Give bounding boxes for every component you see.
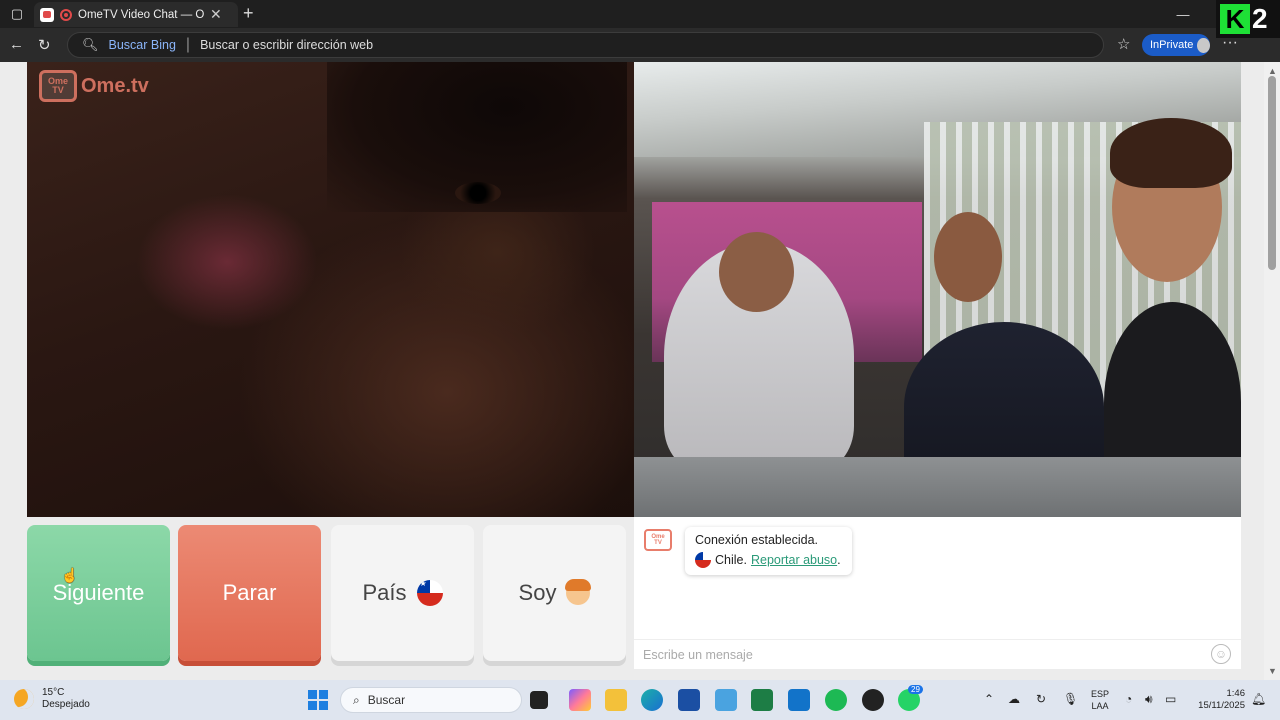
mouse-cursor-icon: ☝ bbox=[61, 567, 79, 583]
input-language[interactable]: ESP LAA bbox=[1091, 688, 1109, 712]
scrollbar-thumb[interactable] bbox=[1268, 76, 1276, 270]
ometv-logo-text: Ome.tv bbox=[81, 74, 149, 97]
browser-tab[interactable]: OmeTV Video Chat — Omeg ✕ bbox=[34, 2, 238, 27]
gender-button[interactable]: Soy bbox=[483, 525, 626, 661]
onedrive-icon[interactable]: ☁ bbox=[1008, 692, 1020, 706]
file-explorer-icon[interactable] bbox=[605, 689, 627, 711]
browser-navbar: ← ↻ 🔍︎ Buscar Bing | Buscar o escribir d… bbox=[0, 28, 1280, 62]
local-video: Ome TV Ome.tv bbox=[27, 62, 634, 517]
edge-icon[interactable] bbox=[641, 689, 663, 711]
system-clock[interactable]: 1:46 15/11/2025 bbox=[1190, 688, 1245, 712]
scroll-down-icon[interactable]: ▼ bbox=[1268, 666, 1277, 676]
store-icon[interactable] bbox=[678, 689, 700, 711]
chat-panel: Ome TV Conexión establecida. Chile. Repor… bbox=[634, 517, 1241, 669]
weather-condition: Despejado bbox=[42, 699, 90, 710]
message-input[interactable]: Escribe un mensaje bbox=[634, 639, 1241, 669]
notifications-icon[interactable]: 🔔︎ bbox=[1251, 692, 1266, 706]
close-tab-icon[interactable]: ✕ bbox=[210, 6, 222, 23]
whatsapp-badge: 29 bbox=[908, 685, 923, 694]
video-scene-table bbox=[634, 457, 1241, 517]
snipping-tool-icon[interactable] bbox=[715, 689, 737, 711]
ometv-chat-logo-icon: Ome TV bbox=[644, 529, 672, 551]
recording-icon bbox=[60, 8, 72, 21]
favorites-star-icon[interactable]: ☆ bbox=[1117, 35, 1130, 53]
inprivate-button[interactable]: InPrivate bbox=[1142, 34, 1210, 56]
inprivate-label: InPrivate bbox=[1150, 39, 1194, 51]
minimize-icon[interactable]: — bbox=[1172, 4, 1194, 24]
taskbar-search-label: Buscar bbox=[367, 693, 406, 707]
refresh-icon[interactable]: ↻ bbox=[38, 36, 51, 54]
volume-icon[interactable]: 🔊︎ bbox=[1145, 692, 1153, 707]
connection-status: Conexión establecida. bbox=[695, 533, 818, 547]
moon-icon bbox=[14, 689, 34, 709]
battery-icon[interactable]: ▭ bbox=[1165, 692, 1176, 706]
wifi-icon[interactable]: ◔ bbox=[1125, 692, 1132, 706]
show-hidden-icons-icon[interactable]: ⌃ bbox=[984, 692, 994, 706]
temperature: 15°C bbox=[42, 687, 65, 698]
obs-icon[interactable] bbox=[862, 689, 884, 711]
microphone-icon[interactable]: 🎙︎ bbox=[1063, 692, 1078, 706]
new-tab-icon[interactable]: + bbox=[243, 3, 254, 24]
video-person bbox=[934, 212, 1002, 302]
country-button-label: País bbox=[362, 580, 407, 605]
system-message: Conexión establecida. Chile. Reportar ab… bbox=[685, 527, 852, 575]
tab-title: OmeTV Video Chat — Omeg bbox=[78, 8, 204, 21]
country-button[interactable]: País bbox=[331, 525, 474, 661]
report-abuse-link[interactable]: Reportar abuso bbox=[751, 553, 837, 567]
channel-logo-number: 2 bbox=[1252, 3, 1268, 34]
video-detail bbox=[455, 182, 501, 204]
divider: | bbox=[185, 36, 191, 53]
weather-widget[interactable]: 15°C Despejado bbox=[14, 687, 90, 711]
browser-titlebar: ▢ OmeTV Video Chat — Omeg ✕ + — bbox=[0, 0, 1280, 28]
windows-taskbar: 15°C Despejado ⌕ Buscar 29 ⌃ ☁ ↻ 🎙︎ ESP … bbox=[0, 680, 1280, 720]
ometv-tv-icon: Ome TV bbox=[39, 70, 77, 102]
gender-button-label: Soy bbox=[518, 580, 557, 605]
next-button[interactable]: Siguiente bbox=[27, 525, 170, 661]
excel-icon[interactable] bbox=[751, 689, 773, 711]
spotify-icon[interactable] bbox=[825, 689, 847, 711]
boy-emoji-icon bbox=[565, 579, 592, 605]
outlook-icon[interactable] bbox=[788, 689, 810, 711]
channel-watermark: K 2 bbox=[1216, 0, 1280, 38]
channel-logo-k: K bbox=[1220, 4, 1250, 34]
sync-icon[interactable]: ↻ bbox=[1036, 692, 1046, 706]
partner-country: Chile. bbox=[715, 553, 747, 567]
video-person bbox=[719, 232, 794, 312]
scroll-up-icon[interactable]: ▲ bbox=[1268, 66, 1277, 76]
stop-button[interactable]: Parar bbox=[178, 525, 321, 661]
ometv-page: OmeTV Ome.tv Siguiente ☝ Parar País Soy … bbox=[0, 62, 1280, 680]
windows-start-icon[interactable] bbox=[308, 690, 328, 710]
address-bar[interactable]: 🔍︎ Buscar Bing | Buscar o escribir direc… bbox=[67, 32, 1104, 58]
page-scrollbar[interactable]: ▲ ▼ bbox=[1264, 62, 1280, 680]
ometv-logo: Ome TV Ome.tv bbox=[39, 70, 149, 102]
search-engine-label[interactable]: Buscar Bing bbox=[109, 38, 176, 52]
tab-actions-icon[interactable]: ▢ bbox=[6, 4, 28, 24]
remote-video bbox=[634, 62, 1241, 517]
profile-avatar-icon bbox=[1197, 37, 1210, 53]
ometv-favicon-icon bbox=[40, 7, 54, 22]
chile-flag-icon bbox=[416, 580, 443, 606]
chile-flag-icon bbox=[695, 552, 711, 568]
stop-button-label: Parar bbox=[222, 580, 277, 605]
taskbar-search[interactable]: ⌕ Buscar bbox=[340, 687, 522, 713]
search-icon: ⌕ bbox=[353, 692, 360, 707]
emoji-picker-icon[interactable]: ☺ bbox=[1211, 644, 1231, 664]
task-view-icon[interactable] bbox=[530, 691, 548, 709]
back-icon[interactable]: ← bbox=[9, 36, 24, 53]
search-icon: 🔍︎ bbox=[82, 37, 99, 52]
address-input[interactable]: Buscar o escribir dirección web bbox=[200, 38, 373, 52]
video-person bbox=[1110, 118, 1232, 188]
copilot-icon[interactable] bbox=[569, 689, 591, 711]
